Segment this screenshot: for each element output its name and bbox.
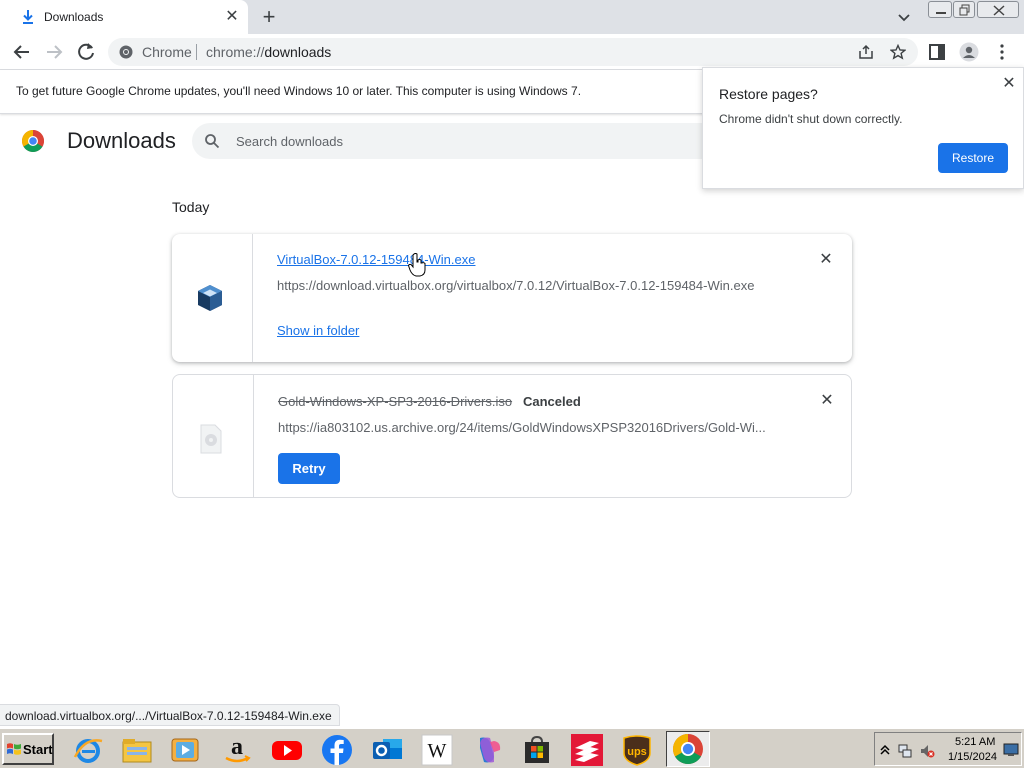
download-filename-link[interactable]: VirtualBox-7.0.12-159484-Win.exe	[277, 252, 476, 267]
youtube-icon[interactable]	[270, 733, 304, 767]
back-arrow-icon[interactable]	[10, 40, 34, 64]
system-tray: 5:21 AM 1/15/2024	[874, 732, 1022, 766]
amazon-icon[interactable]: a	[220, 733, 254, 767]
menu-kebab-icon[interactable]	[992, 42, 1012, 62]
search-input[interactable]	[236, 129, 716, 153]
download-filename: Gold-Windows-XP-SP3-2016-Drivers.iso	[278, 394, 513, 409]
network-icon[interactable]	[897, 743, 913, 759]
clock-date: 1/15/2024	[948, 751, 997, 763]
profile-avatar-icon[interactable]	[959, 42, 979, 62]
facebook-icon[interactable]	[320, 733, 354, 767]
chrome-taskbar-button[interactable]	[666, 731, 710, 767]
forward-arrow-icon[interactable]	[42, 40, 66, 64]
restore-popup-message: Chrome didn't shut down correctly.	[719, 112, 903, 126]
wikipedia-icon[interactable]: W	[420, 733, 454, 767]
address-separator	[196, 44, 197, 60]
taskbar: Start a W ups 5:21 AM 1/15/2024	[0, 728, 1024, 768]
bank-of-america-icon[interactable]	[570, 733, 604, 767]
internet-explorer-icon[interactable]	[71, 733, 105, 767]
remove-download-icon[interactable]: ✕	[816, 250, 836, 270]
windows-flag-icon	[7, 743, 21, 755]
download-url: https://download.virtualbox.org/virtualb…	[277, 278, 755, 293]
retry-button[interactable]: Retry	[278, 453, 340, 484]
ups-icon[interactable]: ups	[620, 733, 654, 767]
close-window-icon	[993, 5, 1005, 16]
generic-file-icon	[200, 424, 222, 454]
search-icon	[205, 134, 220, 149]
close-window-button[interactable]	[977, 1, 1019, 18]
infobar-message: To get future Google Chrome updates, you…	[16, 84, 582, 98]
chrome-logo-icon	[22, 130, 44, 152]
minimize-icon	[936, 12, 946, 14]
restore-button[interactable]: Restore	[938, 143, 1008, 173]
download-status: Canceled	[523, 394, 581, 409]
restore-popup-title: Restore pages?	[719, 86, 818, 102]
tab-downloads[interactable]: Downloads ✕	[0, 0, 248, 34]
chrome-site-icon	[119, 45, 133, 59]
status-url: download.virtualbox.org/.../VirtualBox-7…	[5, 709, 332, 723]
tab-title: Downloads	[44, 10, 104, 24]
chrome-taskbar-icon	[672, 734, 703, 765]
outlook-icon[interactable]	[370, 733, 404, 767]
virtualbox-file-icon	[198, 285, 222, 311]
search-box[interactable]	[192, 123, 752, 159]
svg-text:a: a	[231, 734, 243, 760]
tab-search-chevron-icon[interactable]	[895, 8, 913, 26]
site-name: Chrome	[142, 44, 192, 60]
file-explorer-icon[interactable]	[120, 733, 154, 767]
new-tab-button[interactable]: +	[258, 6, 280, 28]
minimize-button[interactable]	[928, 1, 952, 18]
hand-cursor-icon	[408, 253, 426, 277]
copilot-icon[interactable]	[470, 733, 504, 767]
microsoft-store-icon[interactable]	[520, 733, 554, 767]
link-status-bubble: download.virtualbox.org/.../VirtualBox-7…	[0, 704, 340, 726]
tray-expand-icon[interactable]	[877, 742, 893, 758]
file-icon-column	[172, 234, 253, 362]
media-player-icon[interactable]	[168, 733, 202, 767]
start-label: Start	[23, 742, 53, 757]
close-icon[interactable]: ✕	[999, 74, 1019, 94]
page-title: Downloads	[67, 128, 176, 153]
bookmark-star-icon[interactable]	[890, 44, 906, 60]
share-icon[interactable]	[858, 44, 874, 60]
download-url: https://ia803102.us.archive.org/24/items…	[278, 420, 766, 435]
download-icon	[23, 10, 33, 24]
browser-toolbar: Chrome chrome://downloads	[0, 34, 1024, 70]
download-item: VirtualBox-7.0.12-159484-Win.exe https:/…	[172, 234, 852, 362]
svg-text:W: W	[428, 740, 447, 762]
reload-icon[interactable]	[74, 40, 98, 64]
restore-pages-popup: Restore pages? Chrome didn't shut down c…	[702, 67, 1024, 189]
section-label-today: Today	[172, 199, 210, 215]
remove-download-icon[interactable]: ✕	[817, 391, 837, 411]
title-bar: Downloads ✕ +	[0, 0, 1024, 34]
clock-time: 5:21 AM	[955, 736, 996, 748]
volume-muted-icon[interactable]	[919, 743, 935, 759]
svg-text:ups: ups	[627, 746, 647, 758]
download-item: Gold-Windows-XP-SP3-2016-Drivers.iso Can…	[172, 374, 852, 498]
restore-window-button[interactable]	[953, 1, 975, 18]
url-text: chrome://downloads	[206, 44, 332, 60]
start-button[interactable]: Start	[2, 733, 54, 765]
show-in-folder-link[interactable]: Show in folder	[277, 323, 359, 338]
file-icon-column	[173, 375, 254, 497]
tab-close-icon[interactable]: ✕	[223, 8, 241, 26]
show-desktop-icon[interactable]	[1003, 742, 1019, 758]
address-bar[interactable]: Chrome chrome://downloads	[108, 38, 918, 66]
restore-window-icon	[959, 4, 970, 16]
side-panel-icon[interactable]	[927, 42, 947, 62]
